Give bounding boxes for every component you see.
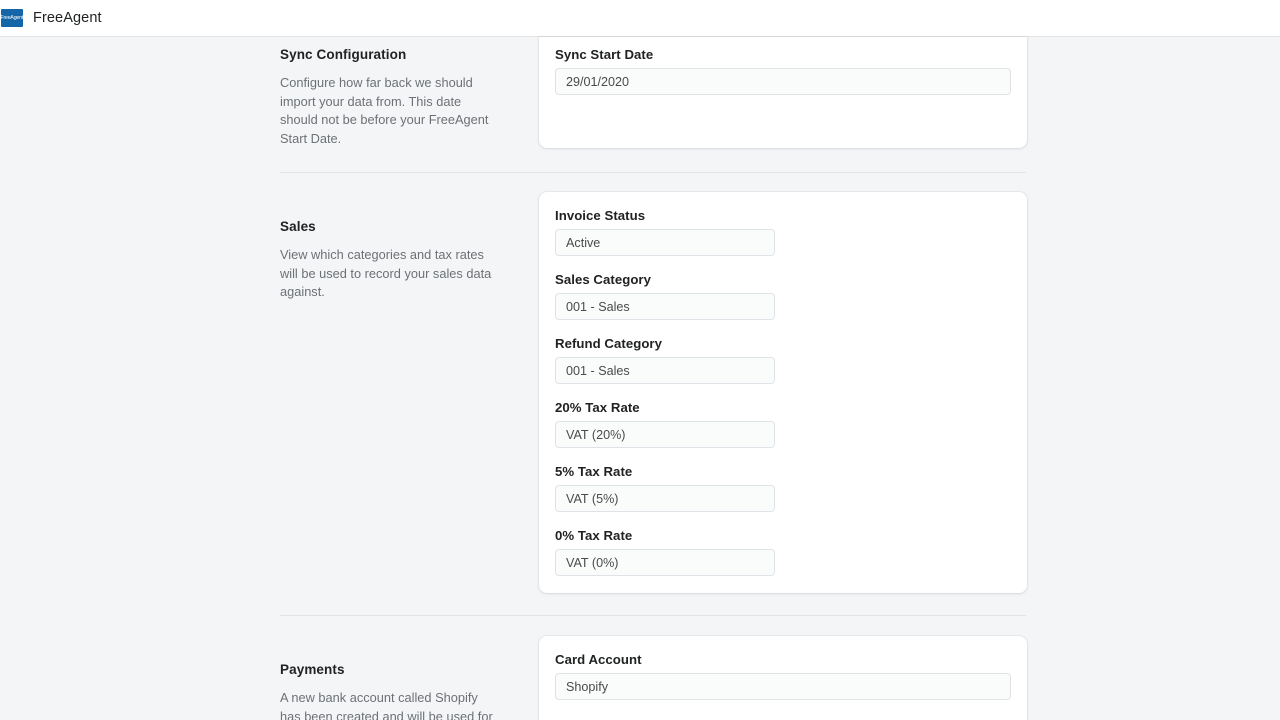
field-invoice-status: Invoice Status Active [555, 208, 775, 256]
section-sync-description-block: Sync Configuration Configure how far bac… [280, 37, 539, 148]
spacer-after-sync [0, 148, 1280, 172]
section-sync-configuration: Sync Configuration Configure how far bac… [0, 37, 1280, 148]
input-refund-category[interactable]: 001 - Sales [555, 357, 775, 384]
label-refund-category: Refund Category [555, 336, 775, 351]
field-5-tax-rate: 5% Tax Rate VAT (5%) [555, 464, 775, 512]
field-20-tax-rate: 20% Tax Rate VAT (20%) [555, 400, 775, 448]
field-card-account: Card Account Shopify [555, 652, 1011, 700]
label-sales-category: Sales Category [555, 272, 775, 287]
field-grid-sales: Invoice Status Active Sales Category 001… [555, 208, 1011, 576]
label-20-tax-rate: 20% Tax Rate [555, 400, 775, 415]
input-sales-category[interactable]: 001 - Sales [555, 293, 775, 320]
section-sales-description-block: Sales View which categories and tax rate… [280, 192, 539, 593]
section-payments: Payments A new bank account called Shopi… [0, 615, 1280, 720]
logo-wordmark: FreeAgent [1, 16, 23, 21]
app-title: FreeAgent [33, 10, 102, 26]
section-title-sync: Sync Configuration [280, 47, 519, 62]
input-5-tax-rate[interactable]: VAT (5%) [555, 485, 775, 512]
field-0-tax-rate: 0% Tax Rate VAT (0%) [555, 528, 775, 576]
label-invoice-status: Invoice Status [555, 208, 775, 223]
card-payments: Card Account Shopify [539, 636, 1027, 720]
field-grid-sync: Sync Start Date 29/01/2020 [555, 47, 1011, 95]
label-sync-start-date: Sync Start Date [555, 47, 1011, 62]
field-sales-category: Sales Category 001 - Sales [555, 272, 775, 320]
freeagent-logo-icon: FreeAgent [1, 9, 23, 27]
input-20-tax-rate[interactable]: VAT (20%) [555, 421, 775, 448]
section-payments-description-block: Payments A new bank account called Shopi… [280, 636, 539, 720]
input-invoice-status[interactable]: Active [555, 229, 775, 256]
spacer-after-sales [0, 593, 1280, 615]
section-description-sync: Configure how far back we should import … [280, 74, 494, 148]
app-header: FreeAgent FreeAgent [0, 0, 1280, 37]
label-5-tax-rate: 5% Tax Rate [555, 464, 775, 479]
input-sync-start-date[interactable]: 29/01/2020 [555, 68, 1011, 95]
field-refund-category: Refund Category 001 - Sales [555, 336, 775, 384]
label-card-account: Card Account [555, 652, 1011, 667]
card-sales: Invoice Status Active Sales Category 001… [539, 192, 1027, 593]
card-sync-configuration: Sync Start Date 29/01/2020 [539, 37, 1027, 148]
divider-above-payments [280, 615, 1026, 616]
field-grid-payments: Card Account Shopify [555, 652, 1011, 700]
section-description-sales: View which categories and tax rates will… [280, 246, 494, 302]
section-description-payments: A new bank account called Shopify has be… [280, 689, 494, 720]
input-0-tax-rate[interactable]: VAT (0%) [555, 549, 775, 576]
divider-above-sales [280, 172, 1026, 173]
section-sales: Sales View which categories and tax rate… [0, 172, 1280, 593]
label-0-tax-rate: 0% Tax Rate [555, 528, 775, 543]
input-card-account[interactable]: Shopify [555, 673, 1011, 700]
section-title-payments: Payments [280, 662, 519, 677]
section-title-sales: Sales [280, 219, 519, 234]
settings-page: Sync Configuration Configure how far bac… [0, 37, 1280, 720]
field-sync-start-date: Sync Start Date 29/01/2020 [555, 47, 1011, 95]
